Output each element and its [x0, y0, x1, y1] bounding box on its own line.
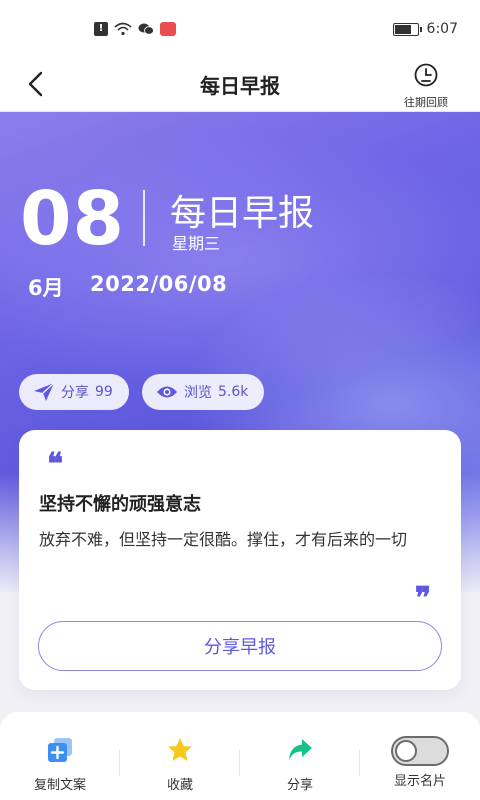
history-button[interactable]: 往期回顾 [396, 62, 456, 110]
quote-text: 放弃不难，但坚持一定很酷。撑住，才有后来的一切 [39, 530, 408, 549]
nav-bar: 每日早报 往期回顾 [0, 58, 480, 112]
star-icon [168, 738, 192, 761]
quote-title: 坚持不懈的顽强意志 [39, 494, 201, 515]
hero-title: 每日早报 [170, 193, 315, 234]
favorite-button[interactable]: 收藏 [125, 736, 235, 793]
divider [143, 190, 145, 246]
open-quote-icon: ❝ [47, 447, 64, 482]
wechat-icon [138, 23, 154, 35]
share-arrow-icon [289, 739, 312, 760]
view-label: 浏览 [184, 385, 212, 401]
status-icons-right: 6:07 [392, 21, 458, 37]
battery-icon [392, 22, 422, 36]
status-icons-left: ! [94, 22, 176, 36]
share-button[interactable]: 分享 [245, 736, 355, 793]
history-label: 往期回顾 [404, 96, 448, 109]
paper-plane-icon [34, 382, 55, 401]
app-notification-icon [160, 22, 176, 36]
toggle-icon[interactable] [391, 736, 449, 766]
bottom-action-bar: 复制文案 收藏 分享 显示名片 [0, 712, 480, 800]
copy-text-button[interactable]: 复制文案 [5, 736, 115, 793]
share-count-badge[interactable]: 分享 99 [19, 374, 129, 410]
view-count: 5.6k [218, 384, 249, 400]
quote-card: ❝ 坚持不懈的顽强意志 放弃不难，但坚持一定很酷。撑住，才有后来的一切 ❞ 分享… [19, 430, 461, 690]
share-label: 分享 [286, 778, 313, 793]
show-card-toggle[interactable]: 显示名片 [365, 736, 475, 789]
favorite-label: 收藏 [166, 778, 193, 793]
share-count: 99 [95, 384, 113, 400]
alert-icon: ! [94, 22, 108, 36]
share-label: 分享 [61, 385, 89, 401]
wifi-icon [114, 22, 132, 36]
copy-text-label: 复制文案 [33, 778, 86, 793]
copy-add-icon [48, 738, 72, 762]
share-report-button[interactable]: 分享早报 [38, 621, 442, 671]
full-date: 2022/06/08 [90, 272, 228, 296]
day-number: 08 [20, 176, 125, 262]
status-bar: ! 6:07 [0, 0, 480, 58]
close-quote-icon: ❞ [414, 581, 431, 616]
eye-icon [157, 386, 177, 398]
status-time: 6:07 [426, 21, 458, 37]
view-count-badge: 浏览 5.6k [142, 374, 264, 410]
month: 6月 [28, 276, 64, 300]
weekday: 星期三 [172, 234, 221, 253]
show-card-label: 显示名片 [393, 774, 446, 789]
clock-history-icon [414, 63, 438, 87]
